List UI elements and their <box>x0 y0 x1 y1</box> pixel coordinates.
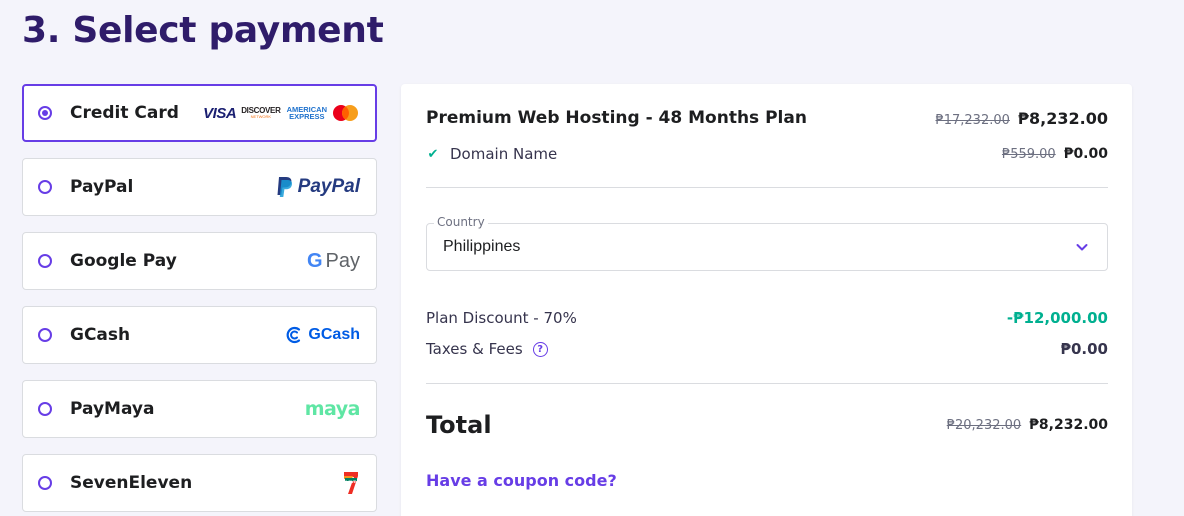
radio-button[interactable] <box>38 106 52 120</box>
chevron-down-icon[interactable] <box>1075 240 1089 254</box>
payment-method-label: Credit Card <box>70 103 179 123</box>
maya-logo: maya <box>304 398 361 420</box>
payment-method-google-pay[interactable]: Google Pay G Pay <box>22 232 377 290</box>
payment-method-paypal[interactable]: PayPal PayPal <box>22 158 377 216</box>
check-icon: ✔ <box>427 146 439 162</box>
visa-logo: VISA <box>203 104 237 122</box>
plan-name: Premium Web Hosting - 48 Months Plan <box>426 108 807 128</box>
divider <box>426 383 1108 384</box>
gcash-logo: GCash <box>285 325 360 345</box>
page-title: 3. Select payment <box>22 10 384 51</box>
total-price: ₱20,232.00 ₱8,232.00 <box>947 417 1108 433</box>
radio-button[interactable] <box>38 254 52 268</box>
google-pay-logo: G Pay <box>306 249 360 272</box>
payment-method-label: Google Pay <box>70 251 177 271</box>
radio-button[interactable] <box>38 402 52 416</box>
plan-old-price: ₱17,232.00 <box>935 112 1010 128</box>
plan-new-price: ₱8,232.00 <box>1017 108 1108 128</box>
taxes-row: Taxes & Fees ? ₱0.00 <box>426 340 1108 358</box>
mastercard-logo <box>333 105 358 121</box>
discount-value: -₱12,000.00 <box>1006 309 1108 327</box>
seven-eleven-logo: ELEVEn <box>342 470 360 496</box>
help-icon[interactable]: ? <box>532 341 548 357</box>
discover-logo: DISCOVER NETWORK <box>241 106 281 119</box>
payment-method-label: GCash <box>70 325 131 345</box>
payment-method-credit-card[interactable]: Credit Card VISA DISCOVER NETWORK AMERIC… <box>22 84 377 142</box>
total-row: Total ₱20,232.00 ₱8,232.00 <box>426 411 1108 439</box>
payment-methods-list: Credit Card VISA DISCOVER NETWORK AMERIC… <box>22 84 377 516</box>
radio-button[interactable] <box>38 180 52 194</box>
total-old-price: ₱20,232.00 <box>946 418 1022 433</box>
total-new-price: ₱8,232.00 <box>1029 417 1108 433</box>
taxes-value: ₱0.00 <box>1060 340 1108 358</box>
gcash-icon <box>287 326 301 344</box>
plan-row: Premium Web Hosting - 48 Months Plan ₱17… <box>426 108 1108 128</box>
divider <box>426 187 1108 188</box>
discount-label: Plan Discount - 70% <box>426 309 577 327</box>
country-dropdown[interactable]: Philippines <box>426 223 1108 271</box>
google-g-icon: G <box>306 249 323 272</box>
amex-logo: AMERICAN EXPRESS <box>286 104 327 121</box>
domain-label: Domain Name <box>450 145 558 163</box>
payment-method-label: PayPal <box>70 177 134 197</box>
domain-new-price: ₱0.00 <box>1063 146 1108 162</box>
domain-price: ₱559.00 ₱0.00 <box>1002 146 1108 162</box>
domain-old-price: ₱559.00 <box>1001 147 1056 162</box>
domain-row: ✔ Domain Name ₱559.00 ₱0.00 <box>426 145 1108 163</box>
payment-method-gcash[interactable]: GCash GCash <box>22 306 377 364</box>
radio-button[interactable] <box>38 476 52 490</box>
payment-method-label: PayMaya <box>70 399 155 419</box>
coupon-link[interactable]: Have a coupon code? <box>426 471 1108 490</box>
card-brands-logo: VISA DISCOVER NETWORK AMERICAN EXPRESS <box>203 104 359 122</box>
paypal-icon <box>277 177 292 197</box>
payment-method-label: SevenEleven <box>70 473 193 493</box>
radio-button[interactable] <box>38 328 52 342</box>
discount-row: Plan Discount - 70% -₱12,000.00 <box>426 309 1108 327</box>
payment-method-seveneleven[interactable]: SevenEleven ELEVEn <box>22 454 377 512</box>
order-summary-card: Premium Web Hosting - 48 Months Plan ₱17… <box>401 84 1132 516</box>
country-value: Philippines <box>443 238 521 255</box>
plan-price: ₱17,232.00 ₱8,232.00 <box>935 109 1108 128</box>
country-select[interactable]: Country Philippines <box>426 215 1108 271</box>
payment-method-paymaya[interactable]: PayMaya maya <box>22 380 377 438</box>
country-label: Country <box>434 215 488 229</box>
total-label: Total <box>426 411 492 439</box>
taxes-label: Taxes & Fees <box>426 340 523 358</box>
paypal-logo: PayPal <box>275 176 360 198</box>
